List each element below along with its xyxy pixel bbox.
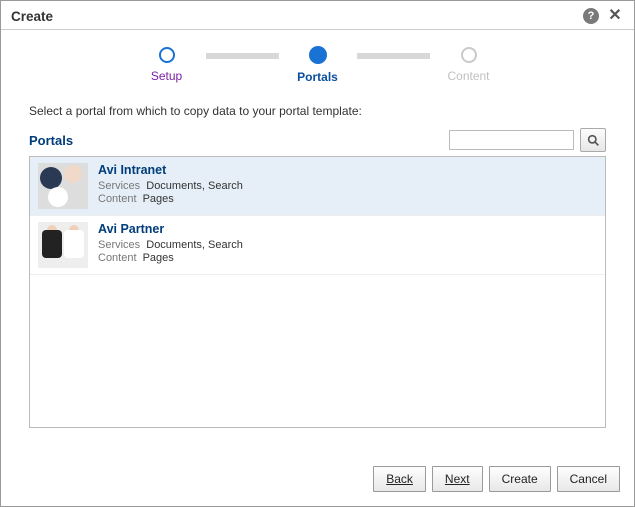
portal-meta: Avi Partner Services Documents, Search C… bbox=[98, 222, 597, 268]
help-icon: ? bbox=[583, 8, 599, 24]
close-button[interactable]: ✕ bbox=[606, 7, 624, 25]
portal-name: Avi Intranet bbox=[98, 163, 597, 177]
portal-thumbnail bbox=[38, 222, 88, 268]
content-label: Content bbox=[98, 193, 137, 205]
portals-header: Portals bbox=[29, 128, 606, 152]
wizard-stepper: Setup Portals Content bbox=[1, 30, 634, 92]
step-portals-indicator bbox=[309, 46, 327, 64]
step-content: Content bbox=[424, 47, 514, 83]
portal-thumbnail bbox=[38, 163, 88, 209]
services-label: Services bbox=[98, 180, 140, 192]
step-connector bbox=[206, 53, 279, 59]
content-value: Pages bbox=[143, 252, 174, 264]
help-button[interactable]: ? bbox=[582, 7, 600, 25]
services-value: Documents, Search bbox=[146, 239, 243, 251]
step-setup[interactable]: Setup bbox=[122, 47, 212, 83]
portal-content: Content Pages bbox=[98, 193, 597, 205]
search-icon bbox=[587, 134, 600, 147]
portal-item[interactable]: Avi Intranet Services Documents, Search … bbox=[30, 157, 605, 216]
content-area: Select a portal from which to copy data … bbox=[1, 92, 634, 428]
dialog-title: Create bbox=[11, 9, 576, 24]
search-button[interactable] bbox=[580, 128, 606, 152]
titlebar: Create ? ✕ bbox=[1, 1, 634, 29]
step-portals: Portals bbox=[273, 46, 363, 84]
dialog-footer: Back Next Create Cancel bbox=[1, 456, 634, 506]
step-content-label: Content bbox=[447, 69, 489, 83]
step-connector bbox=[357, 53, 430, 59]
portal-services: Services Documents, Search bbox=[98, 239, 597, 251]
step-portals-label: Portals bbox=[297, 70, 338, 84]
step-content-indicator bbox=[461, 47, 477, 63]
back-button[interactable]: Back bbox=[373, 466, 426, 492]
instruction-text: Select a portal from which to copy data … bbox=[29, 104, 606, 118]
create-button[interactable]: Create bbox=[489, 466, 551, 492]
step-setup-label: Setup bbox=[151, 69, 182, 83]
content-value: Pages bbox=[143, 193, 174, 205]
portals-list[interactable]: Avi Intranet Services Documents, Search … bbox=[29, 156, 606, 428]
portal-item[interactable]: Avi Partner Services Documents, Search C… bbox=[30, 216, 605, 275]
portal-content: Content Pages bbox=[98, 252, 597, 264]
next-button[interactable]: Next bbox=[432, 466, 483, 492]
create-dialog: Create ? ✕ Setup Portals Content Select … bbox=[0, 0, 635, 507]
content-label: Content bbox=[98, 252, 137, 264]
services-label: Services bbox=[98, 239, 140, 251]
portal-name: Avi Partner bbox=[98, 222, 597, 236]
services-value: Documents, Search bbox=[146, 180, 243, 192]
search-input[interactable] bbox=[449, 130, 574, 150]
step-setup-indicator bbox=[159, 47, 175, 63]
cancel-button[interactable]: Cancel bbox=[557, 466, 620, 492]
portals-heading: Portals bbox=[29, 133, 449, 148]
close-icon: ✕ bbox=[608, 8, 621, 24]
portal-services: Services Documents, Search bbox=[98, 180, 597, 192]
portal-meta: Avi Intranet Services Documents, Search … bbox=[98, 163, 597, 209]
